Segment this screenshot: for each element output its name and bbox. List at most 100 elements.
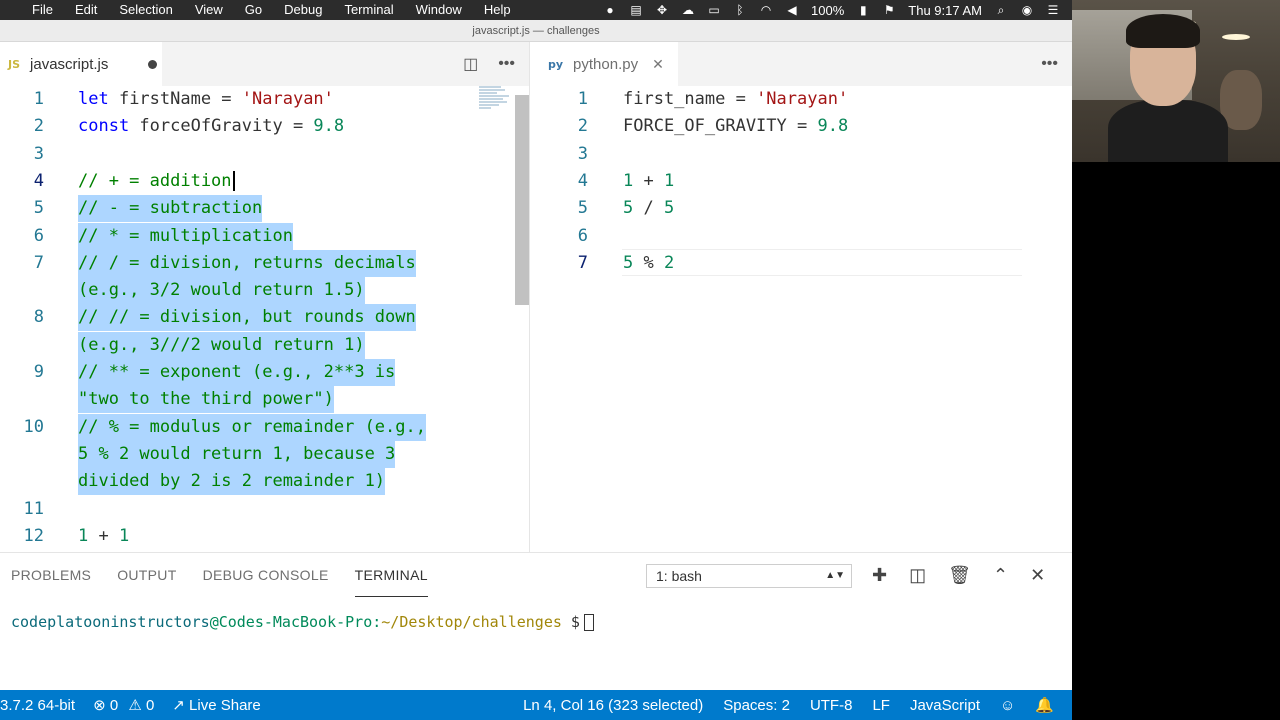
notification-center-icon[interactable]: ☰ — [1046, 3, 1060, 17]
python-interpreter[interactable]: 3.7.2 64-bit — [0, 697, 75, 714]
close-icon[interactable]: ✕ — [652, 56, 664, 73]
line-number: 5 — [577, 198, 588, 219]
notifications-bell-icon[interactable]: 🔔 — [1035, 696, 1054, 714]
more-actions-icon[interactable]: ••• — [1041, 55, 1058, 73]
code-text: // - = subtraction — [78, 195, 263, 223]
code-line[interactable]: 6 // * = multiplication — [0, 222, 529, 250]
bluetooth-icon[interactable]: ᛒ — [733, 3, 747, 17]
code-line[interactable]: 5 % 2 would return 1, because 3 — [0, 440, 529, 468]
cursor-position[interactable]: Ln 4, Col 16 (323 selected) — [523, 697, 703, 714]
indentation[interactable]: Spaces: 2 — [723, 697, 790, 714]
code-line[interactable]: 12 1 + 1 — [0, 523, 529, 550]
search-icon[interactable]: ⌕ — [994, 3, 1008, 18]
wifi-icon[interactable]: ◠ — [759, 3, 773, 17]
error-icon: ⊗ — [93, 697, 106, 714]
terminal-prompt[interactable]: codeplatooninstructors@Codes-MacBook-Pro… — [11, 613, 594, 631]
battery-percent[interactable]: 100% — [811, 3, 844, 18]
tab-debug-console[interactable]: DEBUG CONSOLE — [203, 553, 329, 597]
end-of-line[interactable]: LF — [872, 697, 890, 714]
tab-output[interactable]: OUTPUT — [117, 553, 176, 597]
code-line[interactable]: 4 // + = addition — [0, 168, 529, 195]
code-editor-javascript[interactable]: 1 let firstName = 'Narayan' 2 const forceOf… — [0, 86, 529, 552]
code-text: (e.g., 3/2 would return 1.5) — [78, 277, 365, 305]
split-editor-icon[interactable]: ◫ — [463, 54, 478, 74]
code-text: // // = division, but rounds down — [78, 304, 416, 332]
code-line[interactable]: 4 1 + 1 — [530, 168, 1072, 195]
code-line[interactable]: 5 // - = subtraction — [0, 195, 529, 223]
app-icon[interactable]: ▤ — [629, 3, 643, 17]
code-line[interactable]: 7 5 % 2 — [530, 250, 1072, 277]
editor-actions-left: ◫ ••• — [463, 42, 515, 86]
menu-debug[interactable]: Debug — [284, 0, 322, 20]
encoding[interactable]: UTF-8 — [810, 697, 853, 714]
code-line[interactable]: 10 // % = modulus or remainder (e.g., — [0, 413, 529, 441]
vertical-scrollbar[interactable] — [515, 95, 529, 305]
code-line[interactable]: 2 FORCE_OF_GRAVITY = 9.8 — [530, 113, 1072, 140]
problems-status[interactable]: ⊗ 0 ⚠ 0 — [93, 696, 154, 714]
window-title: javascript.js — challenges — [0, 20, 1072, 42]
menu-file[interactable]: File — [32, 0, 53, 20]
terminal-user: codeplatooninstructors — [11, 613, 210, 631]
code-line[interactable]: 6 — [530, 223, 1072, 250]
code-editor-python[interactable]: 1 first_name = 'Narayan' 2 FORCE_OF_GRAVITY… — [530, 86, 1072, 552]
code-line[interactable]: 11 — [0, 496, 529, 523]
bottom-panel: PROBLEMS OUTPUT DEBUG CONSOLE TERMINAL 1… — [0, 552, 1072, 690]
close-panel-icon[interactable]: ✕ — [1030, 565, 1045, 586]
flag-icon[interactable]: ⚑ — [882, 3, 896, 17]
live-share-icon: ↗ — [172, 697, 185, 714]
new-terminal-icon[interactable]: ✚ — [872, 565, 887, 586]
record-icon[interactable]: ● — [603, 3, 617, 17]
cloud-icon[interactable]: ☁ — [681, 3, 695, 17]
feedback-smiley-icon[interactable]: ☺ — [1000, 697, 1015, 714]
tab-python[interactable]: py python.py ✕ — [530, 42, 678, 86]
code-line[interactable]: 8 // // = division, but rounds down — [0, 304, 529, 332]
split-terminal-icon[interactable]: ◫ — [909, 565, 926, 586]
trash-icon[interactable]: 🗑 — [948, 565, 971, 586]
code-line[interactable]: 1 let firstName = 'Narayan' — [0, 86, 529, 113]
status-bar: 3.7.2 64-bit ⊗ 0 ⚠ 0 ↗ Live Share Ln 4, … — [0, 690, 1072, 720]
code-line[interactable]: 1 first_name = 'Narayan' — [530, 86, 1072, 113]
menu-go[interactable]: Go — [245, 0, 262, 20]
maximize-panel-icon[interactable]: ⌃ — [993, 565, 1008, 586]
menu-view[interactable]: View — [195, 0, 223, 20]
code-line[interactable]: 3 — [530, 141, 1072, 168]
minimap[interactable] — [479, 86, 509, 126]
move-icon[interactable]: ✥ — [655, 3, 669, 17]
code-line[interactable]: 5 5 / 5 — [530, 195, 1072, 222]
tab-label: python.py — [573, 55, 639, 73]
menu-window[interactable]: Window — [416, 0, 462, 20]
code-line[interactable]: 7 // / = division, returns decimals — [0, 249, 529, 277]
error-count: 0 — [109, 697, 119, 714]
siri-icon[interactable]: ◉ — [1020, 3, 1034, 17]
code-line[interactable]: (e.g., 3///2 would return 1) — [0, 331, 529, 359]
menu-terminal[interactable]: Terminal — [344, 0, 393, 20]
more-actions-icon[interactable]: ••• — [498, 55, 515, 73]
text-cursor — [232, 170, 235, 191]
code-line[interactable]: "two to the third power") — [0, 386, 529, 414]
code-line[interactable]: 3 — [0, 141, 529, 168]
code-line[interactable]: (e.g., 3/2 would return 1.5) — [0, 277, 529, 305]
code-line[interactable]: 9 // ** = exponent (e.g., 2**3 is — [0, 359, 529, 386]
terminal-select[interactable]: 1: bash ▲▼ — [646, 564, 852, 588]
airplay-icon[interactable]: ▭ — [707, 3, 721, 17]
live-share-button[interactable]: ↗ Live Share — [172, 696, 260, 714]
menu-selection[interactable]: Selection — [119, 0, 172, 20]
volume-icon[interactable]: ◀ — [785, 3, 799, 17]
unsaved-dot-icon[interactable] — [148, 59, 158, 69]
code-line[interactable]: 2 const forceOfGravity = 9.8 — [0, 113, 529, 140]
menu-help[interactable]: Help — [484, 0, 511, 20]
menu-edit[interactable]: Edit — [75, 0, 97, 20]
code-text: (e.g., 3///2 would return 1) — [78, 331, 365, 359]
editor-group-right: py python.py ✕ ••• 1 first_name = 'Naraya… — [530, 42, 1072, 552]
code-line[interactable]: divided by 2 is 2 remainder 1) — [0, 468, 529, 496]
tab-problems[interactable]: PROBLEMS — [11, 553, 91, 597]
code-text: const forceOfGravity = 9.8 — [78, 116, 345, 137]
code-text: 5 / 5 — [623, 198, 675, 219]
status-left: 3.7.2 64-bit ⊗ 0 ⚠ 0 ↗ Live Share — [0, 690, 261, 720]
tab-terminal[interactable]: TERMINAL — [354, 553, 428, 597]
language-mode[interactable]: JavaScript — [910, 697, 980, 714]
panel-actions: ✚ ◫ 🗑 ⌃ ✕ — [872, 553, 1045, 597]
tab-javascript[interactable]: JS javascript.js — [0, 42, 162, 86]
editor-group-left: JS javascript.js ◫ ••• 1 let firstName = … — [0, 42, 530, 552]
clock[interactable]: Thu 9:17 AM — [908, 3, 982, 18]
